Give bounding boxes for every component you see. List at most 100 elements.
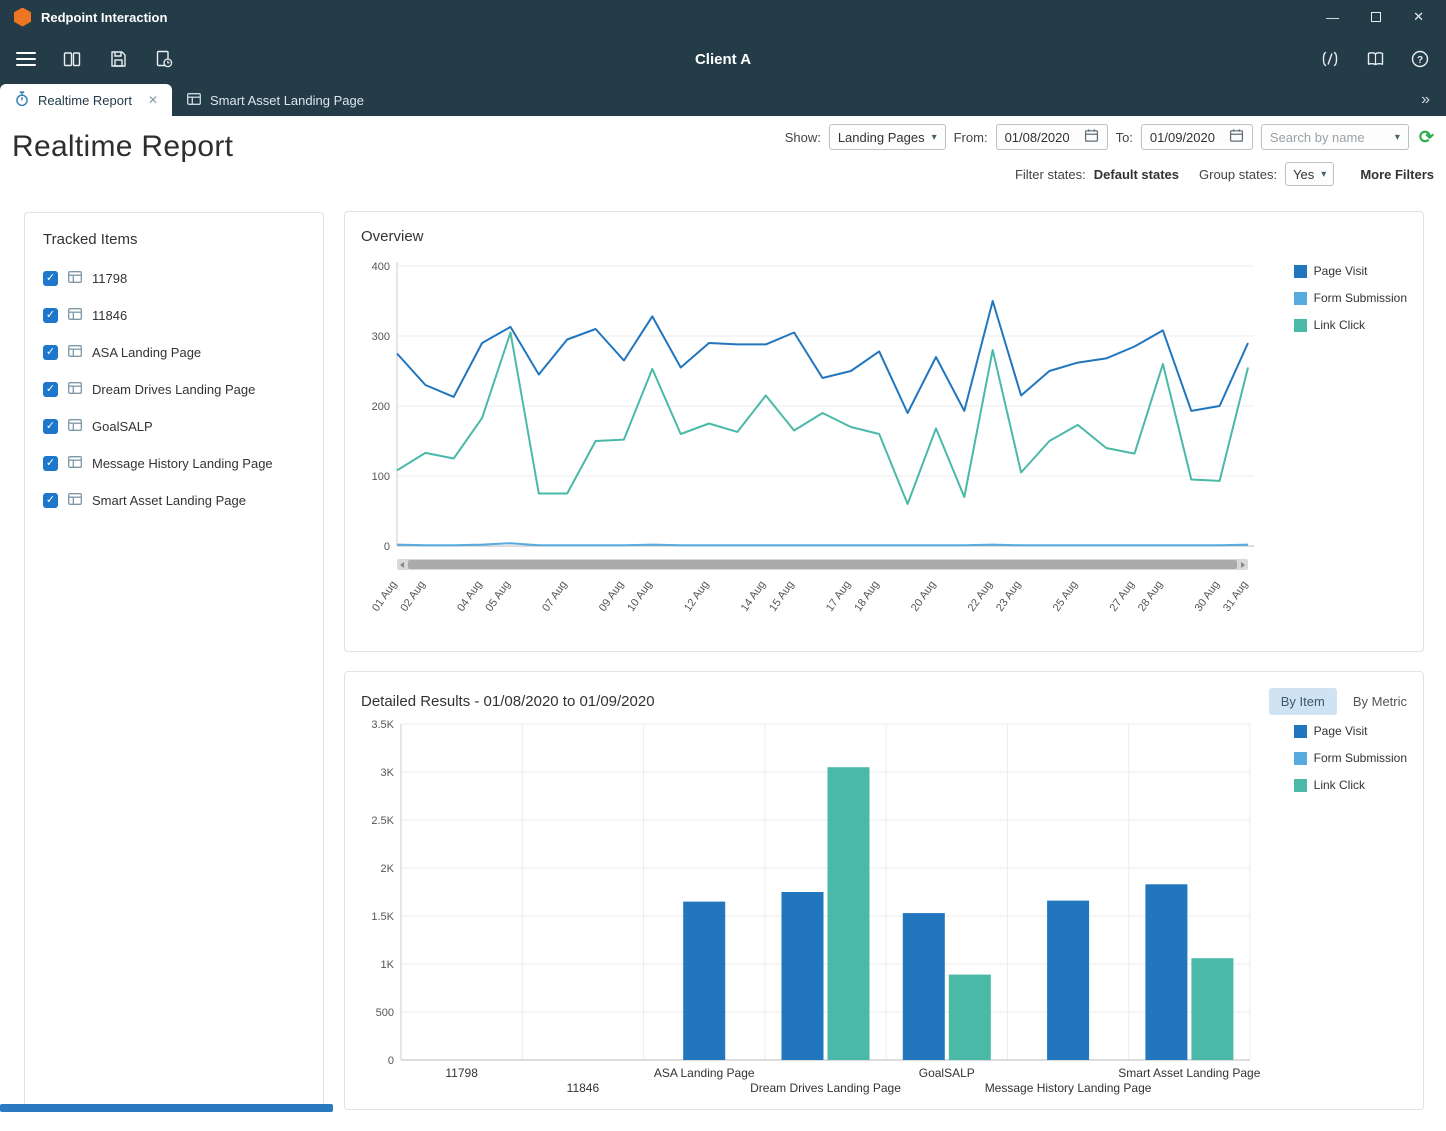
scheduled-report-icon[interactable] (154, 49, 174, 69)
scroll-right-icon[interactable] (1241, 562, 1245, 568)
stopwatch-icon (14, 91, 30, 110)
overview-chart: 010020030040001 Aug02 Aug04 Aug05 Aug07 … (355, 256, 1260, 659)
svg-text:20 Aug: 20 Aug (909, 579, 938, 614)
to-date-value: 01/09/2020 (1150, 130, 1215, 145)
dashboards-icon[interactable] (62, 49, 82, 69)
tab-overflow-icon[interactable]: » (1405, 91, 1446, 109)
svg-text:2.5K: 2.5K (371, 815, 394, 827)
detailed-panel: Detailed Results - 01/08/2020 to 01/09/2… (344, 671, 1424, 1110)
svg-text:ASA Landing Page: ASA Landing Page (654, 1066, 755, 1080)
svg-text:11846: 11846 (567, 1081, 600, 1095)
tracked-items-panel: Tracked Items ✓11798✓11846✓ASA Landing P… (24, 212, 324, 1110)
tracked-item[interactable]: ✓ 11846 (43, 297, 311, 334)
svg-text:3K: 3K (381, 767, 395, 779)
overview-panel: Overview 010020030040001 Aug02 Aug04 Aug… (344, 211, 1424, 652)
group-states-label: Group states: (1199, 167, 1277, 182)
svg-text:22 Aug: 22 Aug (966, 579, 995, 614)
tab-label: Realtime Report (38, 93, 132, 108)
save-icon[interactable] (108, 49, 128, 69)
group-states-select[interactable]: Yes ▾ (1285, 162, 1334, 186)
app-title: Redpoint Interaction (41, 10, 167, 25)
show-label: Show: (785, 130, 821, 145)
legend-swatch-icon (1294, 752, 1307, 765)
checkbox-checked-icon[interactable]: ✓ (43, 456, 58, 471)
legend-item: Page Visit (1294, 724, 1407, 738)
checkbox-checked-icon[interactable]: ✓ (43, 493, 58, 508)
maximize-button[interactable] (1371, 10, 1381, 25)
tracked-item[interactable]: ✓GoalSALP (43, 408, 311, 445)
scroll-left-icon[interactable] (400, 562, 404, 568)
close-button[interactable]: ✕ (1413, 9, 1424, 25)
svg-text:14 Aug: 14 Aug (739, 579, 768, 614)
chart-legend: Page Visit Form Submission Link Click (1294, 264, 1407, 332)
more-filters-button[interactable]: More Filters (1360, 167, 1434, 182)
toolbar: Client A ? (0, 34, 1446, 84)
search-input[interactable]: Search by name ▾ (1261, 124, 1409, 150)
table-icon (67, 491, 83, 510)
tracked-item-label: 11846 (92, 308, 127, 323)
legend-swatch-icon (1294, 725, 1307, 738)
tab-realtime-report[interactable]: Realtime Report ✕ (0, 84, 172, 116)
svg-text:17 Aug: 17 Aug (824, 579, 853, 614)
tracked-items-title: Tracked Items (43, 231, 311, 248)
help-icon[interactable]: ? (1410, 49, 1430, 69)
svg-text:GoalSALP: GoalSALP (919, 1066, 975, 1080)
from-date-input[interactable]: 01/08/2020 (996, 124, 1108, 150)
filter-row-primary: Show: Landing Pages ▾ From: 01/08/2020 T… (785, 124, 1434, 150)
menu-icon[interactable] (16, 52, 36, 66)
by-metric-button[interactable]: By Metric (1353, 694, 1407, 709)
calendar-icon[interactable] (1084, 128, 1099, 146)
tabbar: Realtime Report ✕ Smart Asset Landing Pa… (0, 84, 1446, 116)
to-date-input[interactable]: 01/09/2020 (1141, 124, 1253, 150)
tracked-item[interactable]: ✓Smart Asset Landing Page (43, 482, 311, 519)
legend-swatch-icon (1294, 292, 1307, 305)
checkbox-checked-icon[interactable]: ✓ (43, 308, 58, 323)
table-icon (67, 343, 83, 362)
tracked-item[interactable]: ✓ASA Landing Page (43, 334, 311, 371)
legend-item: Form Submission (1294, 751, 1407, 765)
legend-item: Form Submission (1294, 291, 1407, 305)
svg-text:27 Aug: 27 Aug (1108, 579, 1137, 614)
svg-text:02 Aug: 02 Aug (398, 579, 427, 614)
app-logo-icon (14, 8, 31, 27)
svg-text:25 Aug: 25 Aug (1051, 579, 1080, 614)
titlebar: Redpoint Interaction — ✕ (0, 0, 1446, 34)
docs-book-icon[interactable] (1365, 49, 1386, 69)
tracked-item[interactable]: ✓Dream Drives Landing Page (43, 371, 311, 408)
tracked-item[interactable]: ✓Message History Landing Page (43, 445, 311, 482)
filter-row-secondary: Filter states: Default states Group stat… (1015, 162, 1434, 186)
by-item-button[interactable]: By Item (1269, 688, 1337, 715)
svg-text:400: 400 (372, 261, 390, 273)
checkbox-checked-icon[interactable]: ✓ (43, 271, 58, 286)
minimize-button[interactable]: — (1326, 10, 1339, 25)
chevron-down-icon: ▾ (1395, 132, 1400, 143)
legend-item: Page Visit (1294, 264, 1407, 278)
svg-text:100: 100 (372, 471, 390, 483)
tracked-item[interactable]: ✓11798 (43, 260, 311, 297)
tab-label: Smart Asset Landing Page (210, 93, 364, 108)
table-icon (67, 269, 83, 288)
table-icon (186, 91, 202, 110)
checkbox-checked-icon[interactable]: ✓ (43, 382, 58, 397)
legend-label: Form Submission (1314, 751, 1407, 765)
horizontal-scrollbar-thumb[interactable] (0, 1104, 333, 1112)
show-select[interactable]: Landing Pages ▾ (829, 124, 946, 150)
overview-title: Overview (361, 228, 1407, 245)
checkbox-checked-icon[interactable]: ✓ (43, 345, 58, 360)
api-icon[interactable] (1319, 49, 1341, 69)
legend-label: Link Click (1314, 778, 1365, 792)
svg-text:10 Aug: 10 Aug (625, 579, 654, 614)
chart-scrollbar[interactable] (397, 559, 1248, 570)
from-label: From: (954, 130, 988, 145)
calendar-icon[interactable] (1229, 128, 1244, 146)
tab-smart-asset-landing-page[interactable]: Smart Asset Landing Page (172, 84, 378, 116)
chart-scrollbar-thumb[interactable] (408, 560, 1237, 569)
tab-close-icon[interactable]: ✕ (148, 93, 158, 107)
page-title: Realtime Report (12, 130, 233, 164)
svg-text:3.5K: 3.5K (371, 719, 394, 731)
checkbox-checked-icon[interactable]: ✓ (43, 419, 58, 434)
filter-states-value[interactable]: Default states (1094, 167, 1179, 182)
legend-label: Link Click (1314, 318, 1365, 332)
refresh-icon[interactable]: ⟳ (1419, 127, 1434, 148)
detailed-chart: 05001K1.5K2K2.5K3K3.5K1179811846ASA Land… (355, 712, 1260, 1109)
